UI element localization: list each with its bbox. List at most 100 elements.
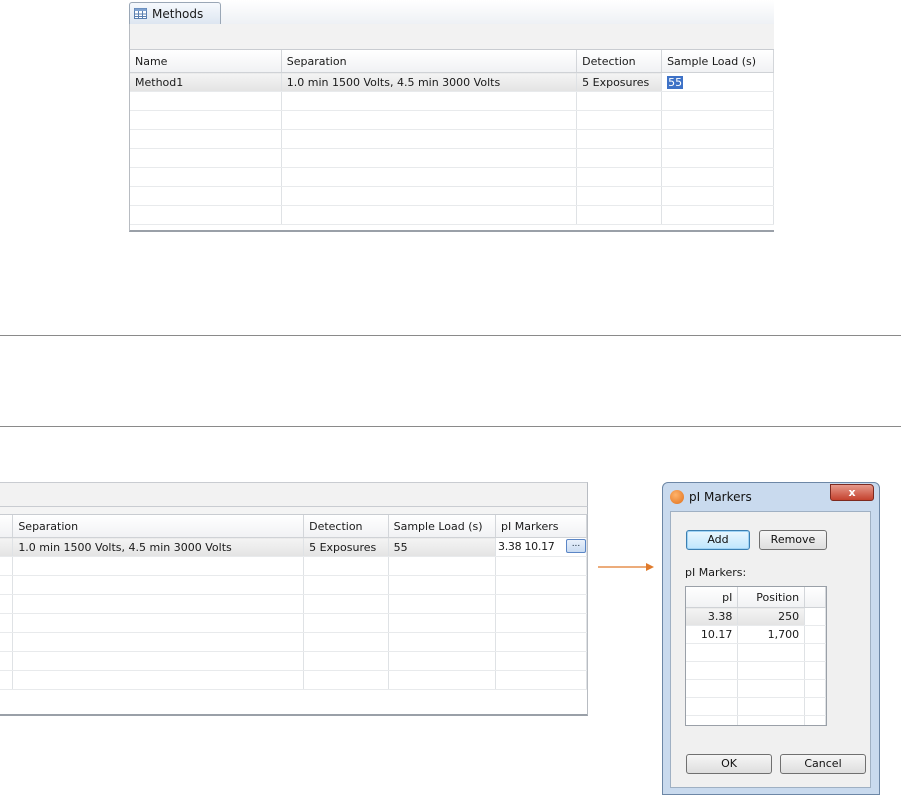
cell-position[interactable]: 1,700 [737, 625, 806, 644]
empty-cell[interactable] [661, 110, 774, 130]
empty-cell[interactable] [576, 91, 663, 111]
empty-cell[interactable] [0, 670, 14, 690]
empty-row[interactable] [0, 556, 587, 576]
empty-cell[interactable] [576, 129, 663, 149]
column-header-detection[interactable]: Detection [303, 515, 389, 538]
empty-cell[interactable] [661, 167, 774, 187]
empty-cell[interactable] [12, 556, 305, 576]
empty-cell[interactable] [281, 186, 578, 206]
empty-row[interactable] [130, 167, 774, 187]
empty-cell[interactable] [737, 715, 806, 725]
empty-cell[interactable] [804, 679, 826, 698]
empty-cell[interactable] [495, 556, 587, 576]
cell-detection[interactable]: 5 Exposures [576, 72, 663, 92]
empty-cell[interactable] [737, 643, 806, 662]
empty-cell[interactable] [737, 679, 806, 698]
empty-cell[interactable] [281, 148, 578, 168]
empty-cell[interactable] [804, 697, 826, 716]
empty-cell[interactable] [12, 613, 305, 633]
table-row[interactable]: 3.38 250 [686, 607, 826, 626]
empty-cell[interactable] [661, 91, 774, 111]
empty-cell[interactable] [495, 613, 587, 633]
empty-cell[interactable] [281, 110, 578, 130]
empty-cell[interactable] [0, 556, 14, 576]
empty-cell[interactable] [130, 110, 282, 130]
empty-cell[interactable] [303, 613, 389, 633]
empty-cell[interactable] [12, 575, 305, 595]
empty-row[interactable] [0, 594, 587, 614]
empty-cell[interactable] [0, 594, 14, 614]
cell-detection[interactable]: 5 Exposures [303, 537, 389, 557]
empty-cell[interactable] [130, 129, 282, 149]
cell-name[interactable] [0, 537, 14, 557]
empty-cell[interactable] [388, 613, 497, 633]
column-header-separation[interactable]: Separation [12, 515, 305, 538]
empty-cell[interactable] [661, 205, 774, 225]
cell-pi-markers[interactable]: 3.38 10.17 ... [495, 537, 587, 557]
cell-name[interactable]: Method1 [130, 72, 282, 92]
empty-cell[interactable] [130, 186, 282, 206]
empty-cell[interactable] [576, 186, 663, 206]
empty-cell[interactable] [0, 613, 14, 633]
cell-pi[interactable]: 10.17 [686, 625, 739, 644]
empty-cell[interactable] [686, 697, 739, 716]
empty-cell[interactable] [303, 556, 389, 576]
cancel-button[interactable]: Cancel [780, 754, 866, 774]
empty-row[interactable] [686, 661, 826, 680]
empty-cell[interactable] [804, 643, 826, 662]
empty-cell[interactable] [388, 632, 497, 652]
empty-row[interactable] [130, 148, 774, 168]
empty-row[interactable] [130, 186, 774, 206]
empty-cell[interactable] [12, 651, 305, 671]
empty-cell[interactable] [303, 594, 389, 614]
empty-cell[interactable] [303, 575, 389, 595]
cell-sample-load[interactable]: 55 [661, 72, 774, 92]
close-button[interactable]: x [830, 484, 874, 501]
empty-row[interactable] [686, 643, 826, 662]
add-button[interactable]: Add [686, 530, 750, 550]
empty-cell[interactable] [576, 167, 663, 187]
empty-row[interactable] [686, 679, 826, 698]
empty-row[interactable] [130, 110, 774, 130]
cell-pi[interactable]: 3.38 [686, 607, 739, 626]
empty-cell[interactable] [281, 91, 578, 111]
column-header-pi[interactable]: pI [686, 587, 739, 608]
table-row[interactable]: 10.17 1,700 [686, 625, 826, 644]
empty-row[interactable] [686, 715, 826, 725]
table-row[interactable]: Method1 1.0 min 1500 Volts, 4.5 min 3000… [130, 72, 774, 92]
empty-cell[interactable] [576, 110, 663, 130]
empty-cell[interactable] [0, 651, 14, 671]
empty-cell[interactable] [661, 186, 774, 206]
cell-position[interactable]: 250 [737, 607, 806, 626]
column-header-pi-markers[interactable]: pI Markers [495, 515, 587, 538]
empty-cell[interactable] [130, 167, 282, 187]
empty-cell[interactable] [303, 670, 389, 690]
sample-load-edit-input[interactable]: 55 [667, 75, 684, 89]
empty-row[interactable] [0, 575, 587, 595]
empty-cell[interactable] [686, 661, 739, 680]
empty-cell[interactable] [281, 167, 578, 187]
column-header-detection[interactable]: Detection [576, 50, 663, 73]
empty-row[interactable] [0, 670, 587, 690]
table-row[interactable]: 1.0 min 1500 Volts, 4.5 min 3000 Volts 5… [0, 537, 587, 557]
empty-cell[interactable] [12, 594, 305, 614]
empty-cell[interactable] [495, 594, 587, 614]
empty-cell[interactable] [737, 661, 806, 680]
empty-cell[interactable] [686, 715, 739, 725]
empty-cell[interactable] [12, 670, 305, 690]
empty-cell[interactable] [303, 632, 389, 652]
column-header-separation[interactable]: Separation [281, 50, 578, 73]
empty-row[interactable] [0, 613, 587, 633]
empty-cell[interactable] [388, 556, 497, 576]
empty-cell[interactable] [661, 129, 774, 149]
empty-row[interactable] [130, 91, 774, 111]
empty-cell[interactable] [495, 651, 587, 671]
ok-button[interactable]: OK [686, 754, 772, 774]
empty-row[interactable] [686, 697, 826, 716]
empty-row[interactable] [130, 129, 774, 149]
empty-cell[interactable] [0, 575, 14, 595]
empty-cell[interactable] [388, 594, 497, 614]
empty-cell[interactable] [388, 670, 497, 690]
empty-cell[interactable] [130, 91, 282, 111]
empty-cell[interactable] [576, 205, 663, 225]
